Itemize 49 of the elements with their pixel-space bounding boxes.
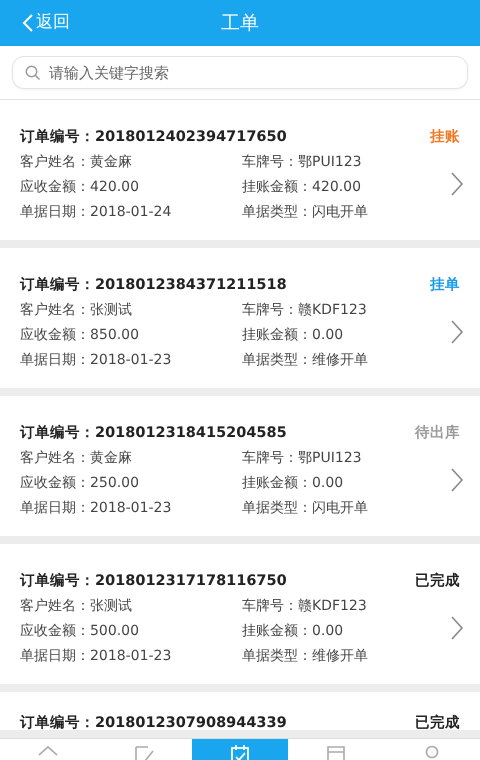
order-field: 挂账金额：0.00: [242, 471, 344, 496]
order-field: 车牌号：赣KDF123: [242, 298, 367, 323]
order-field: 应收金额：250.00: [20, 471, 242, 496]
order-field: 单据日期：2018-01-23: [20, 496, 242, 521]
order-card[interactable]: 订单编号：2018012317178116750 已完成 客户姓名：张测试 车牌号：赣KDF123 应收金额：500.00 挂账金额：0.00 单据日期：2018-01-23 单据类型：维修开单: [0, 544, 480, 684]
order-field: 单据类型：闪电开单: [242, 496, 368, 521]
order-field: 挂账金额：0.00: [242, 323, 344, 348]
order-field: 车牌号：鄂PUI123: [242, 446, 362, 471]
order-field: 应收金额：850.00: [20, 323, 242, 348]
order-status: 挂账: [430, 128, 460, 147]
order-card[interactable]: 订单编号：2018012402394717650 挂账 客户姓名：黄金麻 车牌号：鄂PUI123 应收金额：420.00 挂账金额：420.00 单据日期：2018-01-24 单据类型：闪电开单: [0, 100, 480, 240]
chevron-right-icon: [450, 615, 464, 641]
page-title: 工单: [221, 10, 259, 36]
order-status: 已完成: [415, 716, 460, 730]
order-field: 单据类型：闪电开单: [242, 200, 368, 225]
order-field: 挂账金额：0.00: [242, 619, 344, 644]
order-number: 订单编号：2018012384371211518: [20, 276, 287, 295]
order-card[interactable]: 订单编号：2018012384371211518 挂单 客户姓名：张测试 车牌号：赣KDF123 应收金额：850.00 挂账金额：0.00 单据日期：2018-01-23 单据类型：维修开单: [0, 248, 480, 388]
order-status: 挂单: [430, 276, 460, 295]
order-field: 应收金额：420.00: [20, 175, 242, 200]
order-field: 单据日期：2018-01-23: [20, 348, 242, 373]
order-field: 单据类型：维修开单: [242, 348, 368, 373]
order-field: 客户姓名：黄金麻: [20, 150, 242, 175]
order-card[interactable]: 订单编号：2018012318415204585 待出库 客户姓名：黄金麻 车牌号：鄂PUI123 应收金额：250.00 挂账金额：0.00 单据日期：2018-01-23 单据类型：闪电开单: [0, 396, 480, 536]
order-field: 车牌号：鄂PUI123: [242, 150, 362, 175]
order-status: 待出库: [415, 424, 460, 443]
order-field: 车牌号：赣KDF123: [242, 594, 367, 619]
chevron-right-icon: [450, 171, 464, 197]
order-field: 单据日期：2018-01-24: [20, 200, 242, 225]
back-icon: [22, 13, 34, 33]
chevron-right-icon: [450, 319, 464, 345]
search-field[interactable]: 请输入关键字搜索: [12, 56, 468, 89]
order-field: 单据日期：2018-01-23: [20, 644, 242, 669]
order-field: 单据类型：维修开单: [242, 644, 368, 669]
order-status: 已完成: [415, 571, 460, 591]
order-field: 客户姓名：张测试: [20, 594, 242, 619]
order-number: 订单编号：2018012317178116750: [20, 572, 287, 591]
order-field: 应收金额：500.00: [20, 619, 242, 644]
chevron-right-icon: [450, 467, 464, 493]
calendar-check-icon: [228, 743, 252, 760]
order-field: 挂账金额：420.00: [242, 175, 361, 200]
order-field: 客户姓名：张测试: [20, 298, 242, 323]
order-field: 客户姓名：黄金麻: [20, 446, 242, 471]
order-number: 订单编号：2018012402394717650: [20, 128, 287, 147]
card-icon: [324, 743, 348, 760]
edit-icon: [132, 743, 156, 760]
order-number: 订单编号：2018012318415204585: [20, 424, 287, 443]
order-card[interactable]: 订单编号：2018012307908944339 已完成: [0, 692, 480, 730]
order-number: 订单编号：2018012307908944339: [20, 716, 287, 730]
